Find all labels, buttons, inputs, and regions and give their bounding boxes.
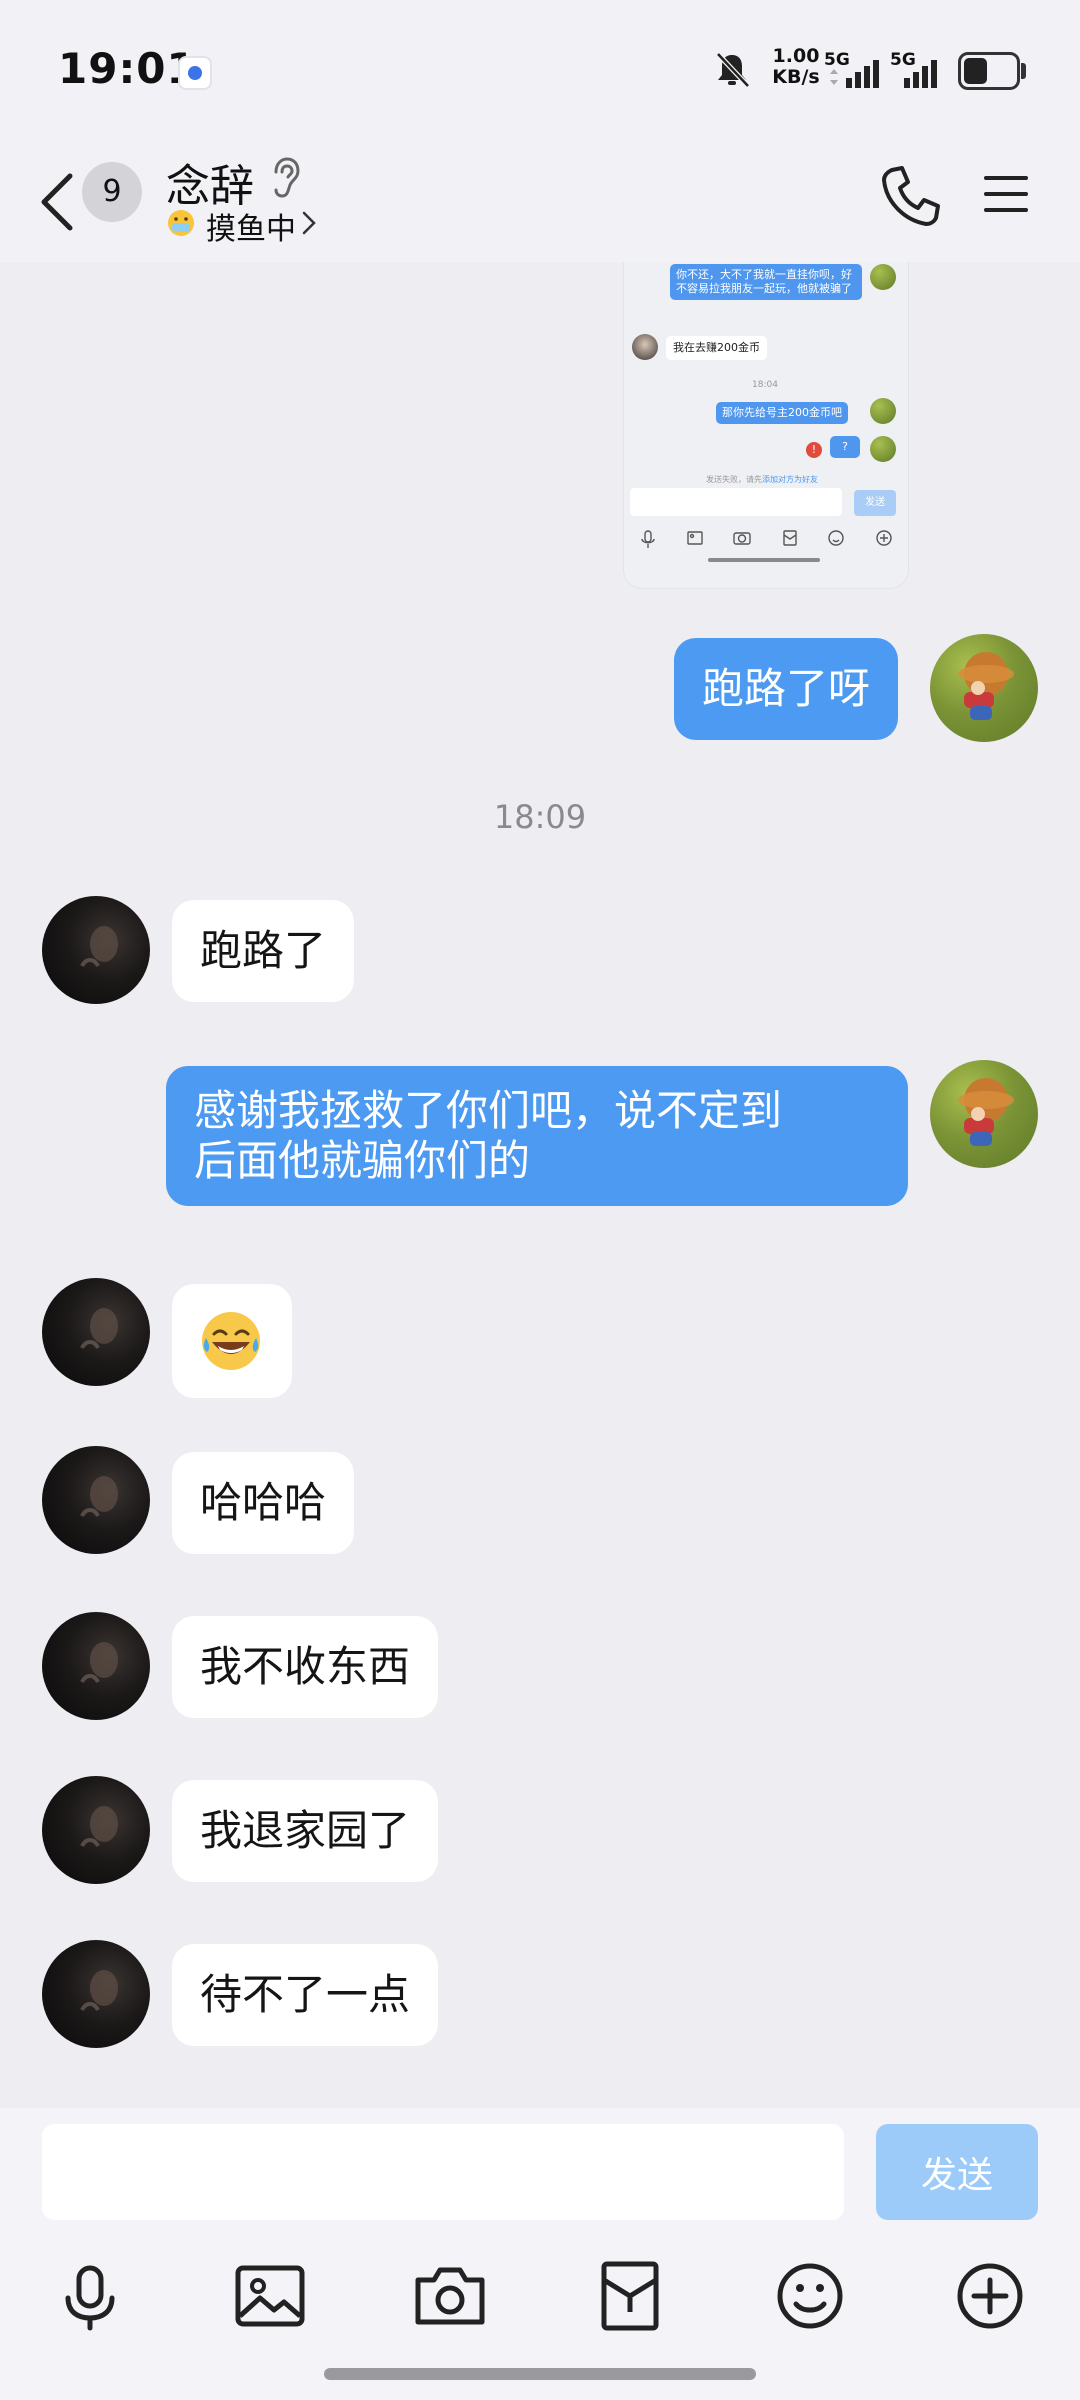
emoji-icon[interactable] — [770, 2256, 850, 2336]
contact-avatar[interactable] — [42, 896, 150, 1004]
message-bubble[interactable]: 跑路了 — [172, 900, 355, 1002]
battery-icon — [958, 52, 1020, 90]
camera-icon[interactable] — [410, 2256, 490, 2336]
screenshot-send: 发送 — [854, 490, 896, 516]
network-speed-value: 1.00 — [772, 45, 820, 67]
contact-avatar[interactable] — [42, 1940, 150, 2048]
back-icon[interactable] — [36, 170, 80, 234]
message-time: 18:09 — [493, 798, 587, 836]
my-avatar[interactable] — [930, 1060, 1038, 1168]
message-bubble[interactable]: 哈哈哈 — [172, 1452, 355, 1554]
screenshot-tip: 发送失败，请先添加对方为好友 — [706, 474, 818, 485]
contact-avatar[interactable] — [42, 1446, 150, 1554]
message-input[interactable] — [42, 2124, 844, 2220]
screenshot-avatar — [632, 334, 658, 360]
plus-icon[interactable] — [950, 2256, 1030, 2336]
image-icon[interactable] — [230, 2256, 310, 2336]
status-bar: 19:01 1.00 KB/s 5G 5G — [0, 0, 1080, 140]
screenshot-bubble: 你不还，大不了我就一直挂你呗，好不容易拉我朋友一起玩，他就被骗了 — [670, 264, 862, 300]
battery-level — [964, 58, 987, 84]
status-time: 19:01 — [58, 44, 197, 93]
screenshot-home-bar — [708, 558, 820, 562]
message-bubble[interactable]: 我退家园了 — [172, 1780, 439, 1882]
send-button[interactable]: 发送 — [876, 2124, 1038, 2220]
network-speed-unit: KB/s — [772, 66, 820, 88]
screenshot-input — [630, 488, 842, 516]
screenshot-toolbar — [641, 530, 892, 548]
red-packet-icon[interactable] — [590, 2256, 670, 2336]
laughing-tears-emoji-icon — [202, 1312, 260, 1370]
screenshot-avatar — [870, 264, 896, 290]
screenshot-image-message[interactable]: 你不还，大不了我就一直挂你呗，好不容易拉我朋友一起玩，他就被骗了 我在去赚200… — [624, 262, 908, 588]
phone-icon[interactable] — [880, 164, 940, 228]
screenshot-tip-link: 添加对方为好友 — [762, 475, 818, 484]
contact-status[interactable]: 摸鱼中 — [206, 204, 296, 248]
screenshot-time: 18:04 — [752, 380, 778, 390]
screenshot-tip-text: 发送失败，请先 — [706, 475, 762, 484]
network-speed: 1.00 KB/s — [764, 46, 828, 88]
send-failed-icon: ! — [806, 442, 822, 458]
emoji-message-bubble[interactable] — [172, 1284, 292, 1398]
mic-icon[interactable] — [50, 2256, 130, 2336]
message-bubble[interactable]: 感谢我拯救了你们吧，说不定到 后面他就骗你们的 — [166, 1066, 908, 1206]
message-bubble[interactable]: 待不了一点 — [172, 1944, 439, 2046]
battery-cap — [1021, 63, 1026, 79]
chat-header: 9 念辞 摸鱼中 — [0, 140, 1080, 262]
message-bubble[interactable]: 我不收东西 — [172, 1616, 439, 1718]
screenshot-bubble: 我在去赚200金币 — [666, 336, 767, 360]
my-avatar[interactable] — [930, 634, 1038, 742]
screenshot-bubble: 那你先给号主200金币吧 — [716, 402, 848, 424]
signal-icon: 5G — [890, 50, 954, 92]
app-notification-icon — [178, 56, 212, 90]
contact-avatar[interactable] — [42, 1612, 150, 1720]
chat-area[interactable]: 你不还，大不了我就一直挂你呗，好不容易拉我朋友一起玩，他就被骗了 我在去赚200… — [0, 262, 1080, 2108]
bell-muted-icon — [716, 52, 750, 88]
message-line: 后面他就骗你们的 — [194, 1136, 531, 1185]
screenshot-bubble: ? — [830, 436, 860, 458]
home-indicator[interactable] — [324, 2368, 756, 2380]
ear-icon[interactable] — [268, 156, 302, 200]
message-line: 感谢我拯救了你们吧，说不定到 — [194, 1086, 783, 1135]
screenshot-avatar — [870, 436, 896, 462]
status-emoji-icon — [168, 210, 194, 236]
contact-avatar[interactable] — [42, 1776, 150, 1884]
signal-icon: 5G — [824, 50, 888, 92]
screenshot-avatar — [870, 398, 896, 424]
contact-avatar[interactable] — [42, 1278, 150, 1386]
unread-count-badge[interactable]: 9 — [82, 162, 142, 222]
input-bar: 发送 — [0, 2108, 1080, 2400]
chevron-right-icon[interactable] — [300, 210, 318, 236]
message-bubble[interactable]: 跑路了呀 — [674, 638, 899, 740]
menu-icon[interactable] — [982, 170, 1030, 218]
